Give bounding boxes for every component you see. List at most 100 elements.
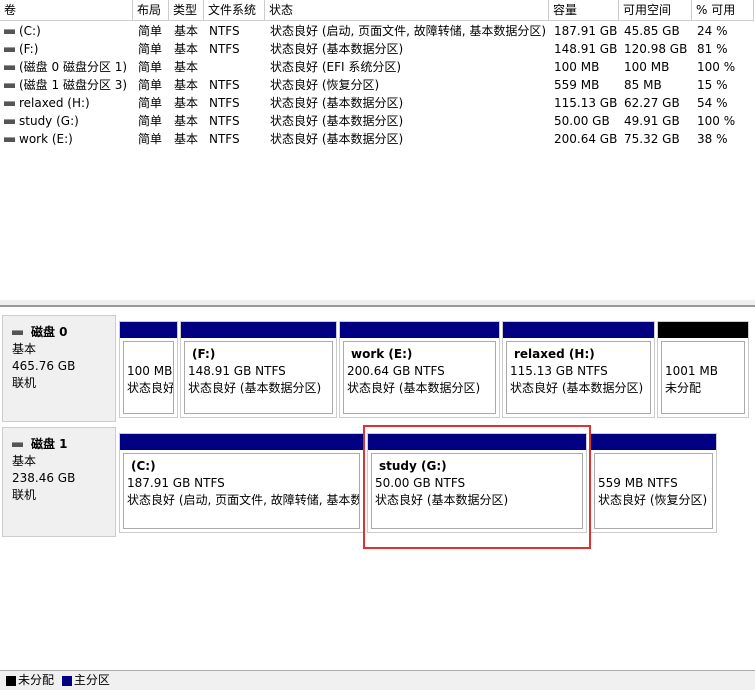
partition[interactable]: (F:) 148.91 GB NTFS 状态良好 (基本数据分区) — [180, 321, 337, 418]
legend: 未分配 主分区 — [0, 670, 755, 690]
table-cell: 100 MB — [624, 58, 692, 76]
cell-text: NTFS — [209, 114, 240, 128]
splitter[interactable] — [0, 300, 755, 305]
table-cell: 200.64 GB — [554, 130, 619, 148]
cell-text: 状态良好 (恢复分区) — [270, 78, 380, 92]
table-cell: work (E:) — [4, 130, 132, 148]
cell-text: 简单 — [138, 96, 163, 110]
partition-size: 559 MB NTFS — [598, 476, 678, 490]
partition-body: 1001 MB 未分配 — [661, 341, 745, 414]
cell-text: 状态良好 (基本数据分区) — [270, 114, 404, 128]
cell-text: (F:) — [19, 42, 39, 56]
table-cell: 基本 — [174, 40, 204, 58]
cell-text: 基本 — [174, 24, 199, 38]
partition[interactable]: relaxed (H:) 115.13 GB NTFS 状态良好 (基本数据分区) — [502, 321, 655, 418]
partition[interactable]: 1001 MB 未分配 — [657, 321, 749, 418]
table-cell: 559 MB — [554, 76, 619, 94]
partition[interactable]: (C:) 187.91 GB NTFS 状态良好 (启动, 页面文件, 故障转储, … — [119, 433, 364, 533]
drive-icon — [4, 29, 15, 34]
cell-text: 559 MB — [554, 78, 600, 92]
cell-text: 85 MB — [624, 78, 662, 92]
cell-text: 简单 — [138, 78, 163, 92]
partition-size: 1001 MB — [665, 364, 718, 378]
table-cell: (磁盘 0 磁盘分区 1) — [4, 58, 132, 76]
partition-title — [127, 346, 170, 363]
cell-text: 49.91 GB — [624, 114, 680, 128]
table-cell — [209, 58, 265, 76]
table-cell: 75.32 GB — [624, 130, 692, 148]
table-cell: 状态良好 (恢复分区) — [270, 76, 549, 94]
partition-status: 状态良好 (基本数据分区) — [510, 381, 644, 395]
table-cell: 基本 — [174, 130, 204, 148]
table-cell: NTFS — [209, 76, 265, 94]
disk-icon — [12, 330, 23, 335]
disk-name-row: 磁盘 1 — [12, 436, 115, 453]
partition[interactable]: 100 MB 状态良好 — [119, 321, 178, 418]
table-cell: 148.91 GB — [554, 40, 619, 58]
column-header[interactable]: 卷 — [0, 0, 133, 21]
table-cell: NTFS — [209, 40, 265, 58]
partition-body: (F:) 148.91 GB NTFS 状态良好 (基本数据分区) — [184, 341, 333, 414]
partition-bar — [181, 322, 336, 338]
table-cell: NTFS — [209, 130, 265, 148]
partition-bar — [503, 322, 654, 338]
table-cell: 简单 — [138, 76, 169, 94]
cell-text: 基本 — [174, 78, 199, 92]
cell-text: 38 % — [697, 132, 728, 146]
table-cell: 简单 — [138, 22, 169, 40]
disk-label[interactable]: 磁盘 1 基本 238.46 GB 联机 — [2, 427, 116, 537]
column-header[interactable]: 布局 — [133, 0, 169, 21]
drive-icon — [4, 137, 15, 142]
cell-text: 简单 — [138, 24, 163, 38]
cell-text: 100 MB — [624, 60, 670, 74]
cell-text: 187.91 GB — [554, 24, 618, 38]
cell-text: 基本 — [174, 60, 199, 74]
column-header[interactable]: 可用空间 — [619, 0, 692, 21]
table-cell: NTFS — [209, 112, 265, 130]
table-cell: (C:) — [4, 22, 132, 40]
legend-unallocated: 未分配 — [18, 673, 55, 687]
cell-text: 15 % — [697, 78, 728, 92]
table-cell: 简单 — [138, 40, 169, 58]
partition[interactable]: work (E:) 200.64 GB NTFS 状态良好 (基本数据分区) — [339, 321, 500, 418]
cell-text: 简单 — [138, 114, 163, 128]
table-cell: 状态良好 (基本数据分区) — [270, 130, 549, 148]
column-header[interactable]: 文件系统 — [204, 0, 265, 21]
table-cell: 24 % — [697, 22, 754, 40]
table-cell: 81 % — [697, 40, 754, 58]
primary-swatch — [61, 675, 72, 686]
partition-bar — [658, 322, 748, 338]
table-cell: NTFS — [209, 94, 265, 112]
table-cell: 简单 — [138, 94, 169, 112]
disk-label[interactable]: 磁盘 0 基本 465.76 GB 联机 — [2, 315, 116, 422]
drive-icon — [4, 119, 15, 124]
partition-bar — [591, 434, 716, 450]
partition[interactable]: 559 MB NTFS 状态良好 (恢复分区) — [590, 433, 717, 533]
column-header[interactable]: 类型 — [169, 0, 204, 21]
partition-body: 559 MB NTFS 状态良好 (恢复分区) — [594, 453, 713, 529]
partition-status: 状态良好 (恢复分区) — [598, 493, 708, 507]
cell-text: 基本 — [174, 96, 199, 110]
table-cell: study (G:) — [4, 112, 132, 130]
column-header[interactable]: % 可用 — [692, 0, 754, 21]
cell-text: 基本 — [174, 42, 199, 56]
partition-title: (F:) — [192, 347, 216, 361]
cell-text: 基本 — [174, 114, 199, 128]
table-cell: 54 % — [697, 94, 754, 112]
cell-text: relaxed (H:) — [19, 96, 90, 110]
table-cell: 38 % — [697, 130, 754, 148]
legend-primary: 主分区 — [73, 673, 110, 687]
column-header[interactable]: 容量 — [549, 0, 619, 21]
partition-title: (C:) — [131, 459, 156, 473]
drive-icon — [4, 65, 15, 70]
cell-text: NTFS — [209, 42, 240, 56]
disk-icon — [12, 442, 23, 447]
cell-text: 62.27 GB — [624, 96, 680, 110]
cell-text: NTFS — [209, 96, 240, 110]
column-header[interactable]: 状态 — [265, 0, 549, 21]
cell-text: study (G:) — [19, 114, 79, 128]
table-cell: 状态良好 (基本数据分区) — [270, 40, 549, 58]
table-cell: 状态良好 (EFI 系统分区) — [270, 58, 549, 76]
cell-text: 状态良好 (基本数据分区) — [270, 42, 404, 56]
cell-text: work (E:) — [19, 132, 73, 146]
